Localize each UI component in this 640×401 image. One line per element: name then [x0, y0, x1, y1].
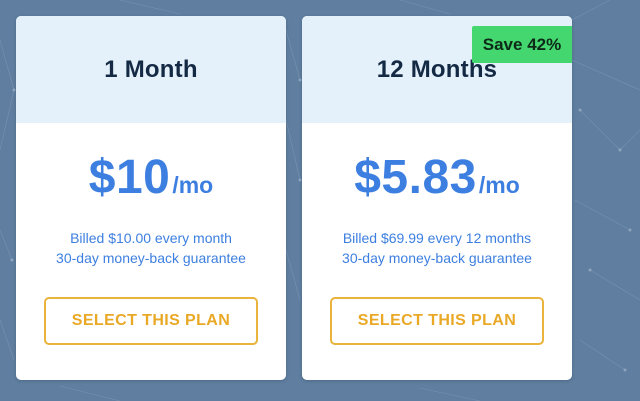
billing-line: Billed $69.99 every 12 months	[342, 230, 532, 246]
billing-line: Billed $10.00 every month	[70, 230, 232, 246]
plan-card-header: 1 Month	[16, 16, 286, 123]
plan-card-12-months: 12 Months Save 42% $5.83/mo Billed $69.9…	[302, 16, 572, 380]
billing-info: Billed $69.99 every 12 months 30-day mon…	[302, 228, 572, 268]
plan-card-1-month: 1 Month $10/mo Billed $10.00 every month…	[16, 16, 286, 380]
guarantee-line: 30-day money-back guarantee	[56, 250, 246, 266]
select-plan-button[interactable]: SELECT THIS PLAN	[330, 297, 544, 345]
guarantee-line: 30-day money-back guarantee	[342, 250, 532, 266]
plan-title: 1 Month	[104, 55, 198, 83]
select-plan-button[interactable]: SELECT THIS PLAN	[44, 297, 258, 345]
savings-badge: Save 42%	[472, 26, 572, 63]
price-amount: $10	[88, 151, 171, 204]
plan-price: $10/mo	[16, 150, 286, 205]
plan-price: $5.83/mo	[302, 150, 572, 205]
billing-info: Billed $10.00 every month 30-day money-b…	[16, 228, 286, 268]
price-unit: /mo	[172, 172, 214, 198]
price-amount: $5.83	[354, 151, 477, 204]
price-unit: /mo	[478, 172, 520, 198]
